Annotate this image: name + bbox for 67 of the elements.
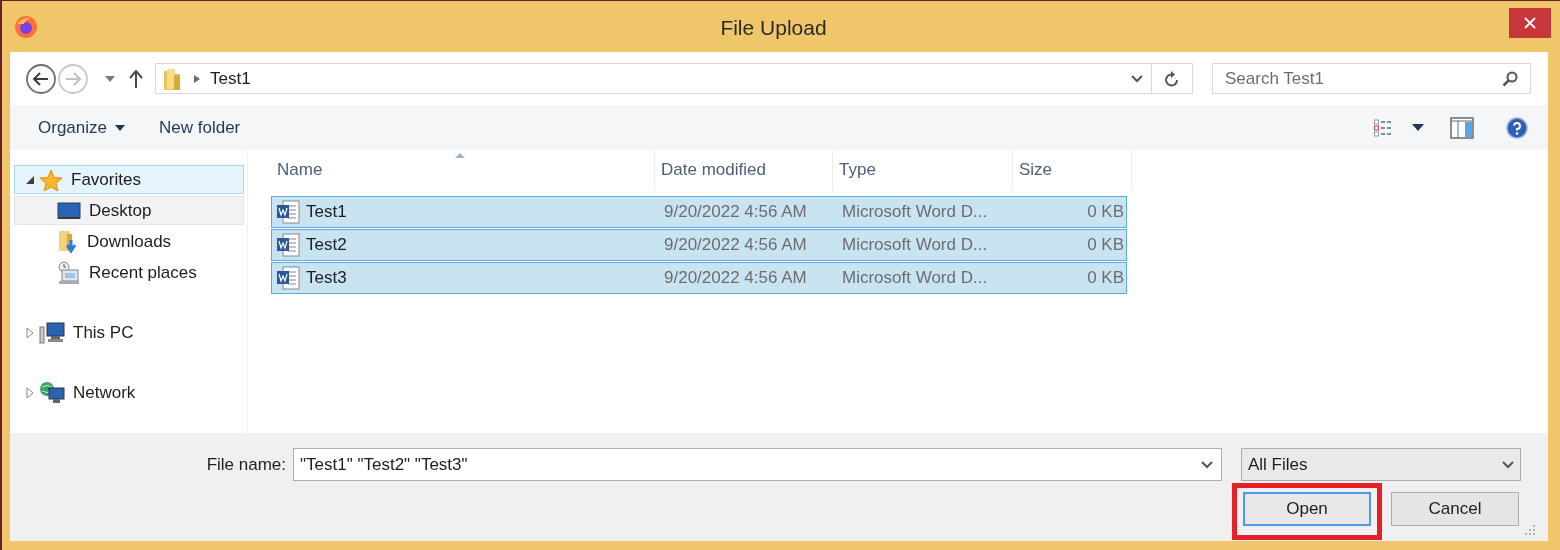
network-icon <box>39 380 65 405</box>
recent-places-icon <box>57 260 81 285</box>
size-cell-text: 0 KB <box>1086 234 1125 256</box>
file-name: Test1 <box>306 202 347 222</box>
caret-icon <box>115 124 125 131</box>
nav-item[interactable]: Desktop <box>14 196 244 225</box>
toolbar-button[interactable]: Organize <box>28 113 135 142</box>
refresh-icon[interactable] <box>1164 69 1180 88</box>
path-segment[interactable]: Test1 <box>210 68 251 89</box>
date-cell-text: 9/20/2022 4:56 AM <box>663 267 808 289</box>
column-header[interactable]: Type <box>833 150 1013 190</box>
search-icon[interactable] <box>1502 70 1518 87</box>
type-cell-text: Microsoft Word D... <box>841 201 989 223</box>
field-label: File name: <box>205 454 286 475</box>
word-document-icon <box>276 200 300 224</box>
file-name: Test3 <box>306 268 347 288</box>
file-type-dropdown[interactable]: All Files <box>1241 448 1521 481</box>
address-bar[interactable]: Test1 <box>155 63 1193 94</box>
type-cell-text: Microsoft Word D... <box>841 234 989 256</box>
sort-ascending-icon <box>454 153 465 158</box>
dialog-button[interactable]: Cancel <box>1391 492 1519 526</box>
date-cell-text: 9/20/2022 4:56 AM <box>663 201 808 223</box>
column-header[interactable]: Size <box>1013 150 1132 190</box>
file-row[interactable]: Test2 9/20/2022 4:56 AM Microsoft Word D... 0 KB <box>271 229 1127 261</box>
chevron-right-icon[interactable] <box>194 74 200 83</box>
star-icon <box>39 168 63 191</box>
nav-item[interactable]: Favorites <box>14 165 244 194</box>
word-document-icon <box>276 266 300 290</box>
close-icon <box>1524 17 1536 29</box>
file-name: Test2 <box>306 235 347 255</box>
resize-grip-icon[interactable] <box>1525 525 1535 535</box>
download-folder-icon <box>57 229 79 254</box>
window-title: File Upload <box>719 15 828 40</box>
column-header[interactable]: Name <box>271 150 655 190</box>
search-field[interactable]: Search Test1 <box>1225 64 1502 93</box>
folder-icon <box>162 66 182 91</box>
browser-logo-icon <box>14 15 38 39</box>
help-icon[interactable] <box>1506 116 1528 139</box>
monitor-icon <box>57 201 81 220</box>
search-box[interactable]: Search Test1 <box>1212 63 1531 94</box>
date-cell-text: 9/20/2022 4:56 AM <box>663 234 808 256</box>
nav-item[interactable]: This PC <box>14 318 244 347</box>
dropdown-chevron-icon[interactable] <box>1131 74 1143 83</box>
dropdown-chevron-icon <box>1502 460 1514 469</box>
caret-icon[interactable] <box>1412 124 1424 131</box>
dropdown-caret-icon[interactable] <box>105 75 115 82</box>
close-button[interactable] <box>1509 8 1551 38</box>
nav-item[interactable]: Downloads <box>14 227 244 256</box>
file-row[interactable]: Test1 9/20/2022 4:56 AM Microsoft Word D... 0 KB <box>271 196 1127 228</box>
size-cell-text: 0 KB <box>1086 201 1125 223</box>
toolbar-button[interactable]: New folder <box>149 113 251 142</box>
column-header[interactable]: Date modified <box>655 150 833 190</box>
nav-item[interactable]: Recent places <box>14 258 244 287</box>
word-document-icon <box>276 233 300 257</box>
back-button-icon[interactable] <box>25 62 57 95</box>
expand-arrow-icon[interactable] <box>25 386 35 399</box>
dropdown-chevron-icon[interactable] <box>1201 460 1213 469</box>
expand-arrow-icon[interactable] <box>25 326 35 339</box>
nav-item[interactable]: Network <box>14 378 244 407</box>
collapse-arrow-icon[interactable] <box>25 174 35 185</box>
preview-pane-icon[interactable] <box>1450 116 1474 139</box>
size-cell-text: 0 KB <box>1086 267 1125 289</box>
type-cell-text: Microsoft Word D... <box>841 267 989 289</box>
dialog-button[interactable]: Open <box>1243 492 1371 526</box>
file-row[interactable]: Test3 9/20/2022 4:56 AM Microsoft Word D... 0 KB <box>271 262 1127 294</box>
up-arrow-icon[interactable] <box>129 69 143 88</box>
computer-icon <box>39 320 65 345</box>
